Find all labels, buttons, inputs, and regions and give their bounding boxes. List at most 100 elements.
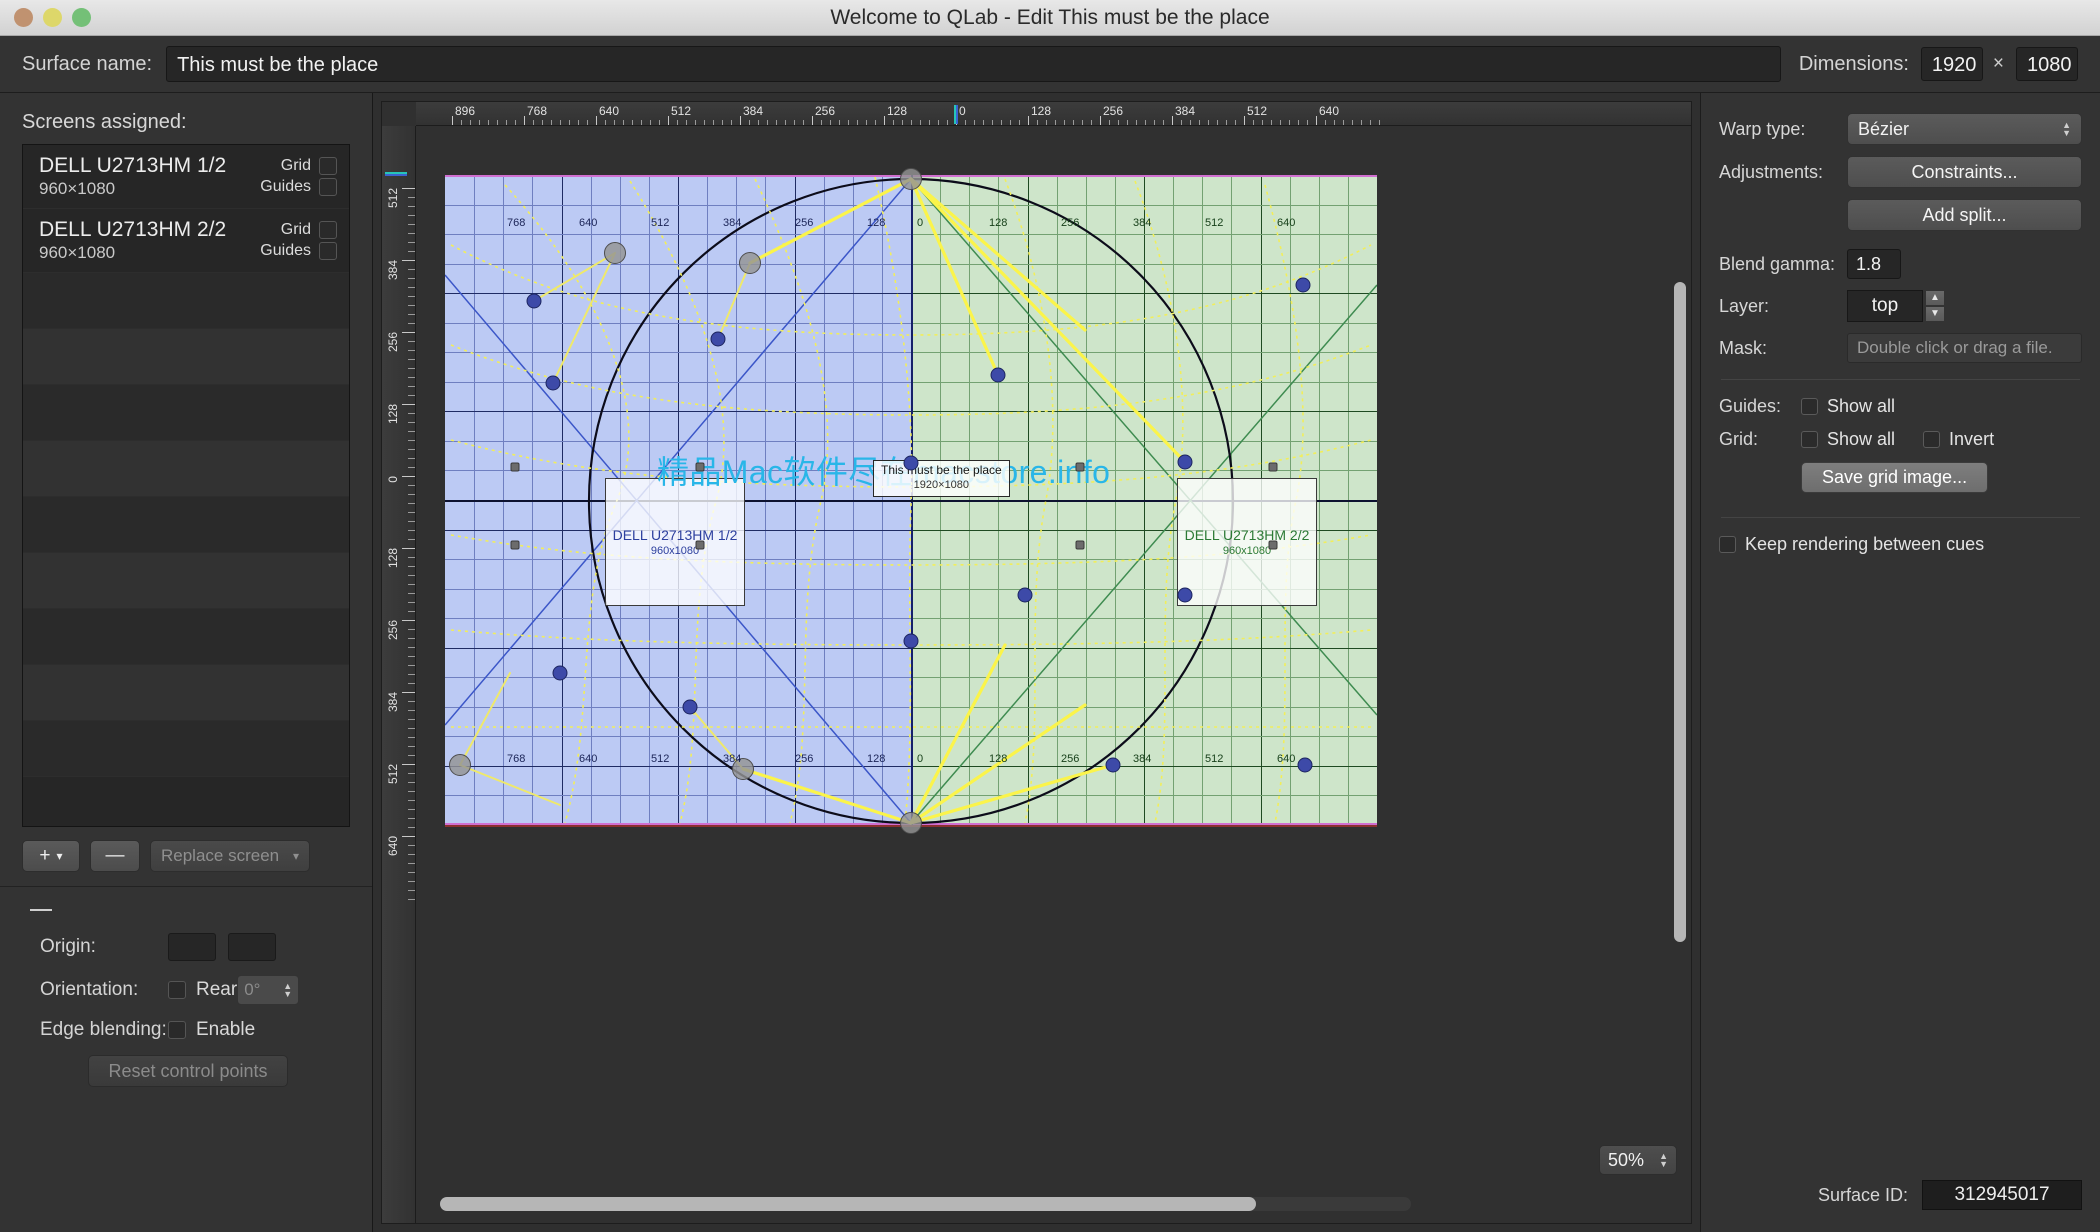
ruler-tick-label: 384 (386, 692, 400, 713)
dimensions-width-input[interactable]: 1920 (1920, 47, 1983, 81)
canvas-horizontal-scrollbar[interactable] (440, 1197, 1411, 1211)
replace-screen-label: Replace screen (161, 846, 280, 865)
scrollbar-thumb[interactable] (1674, 282, 1686, 942)
ruler-minor-tick (911, 120, 912, 125)
surface-name-input[interactable]: This must be the place (166, 46, 1781, 82)
dimensions-height-input[interactable]: 1080 (2016, 47, 2078, 81)
control-point[interactable] (552, 665, 568, 681)
corner-handle-lower-left[interactable] (449, 754, 471, 776)
add-screen-button[interactable]: + ▾ (22, 840, 80, 872)
ruler-minor-tick (533, 120, 534, 125)
surface-preview[interactable]: DELL U2713HM 1/2 960x1080 DELL U2713HM 2… (445, 168, 1377, 834)
control-point[interactable] (903, 633, 919, 649)
warp-type-select[interactable]: Bézier ▲ ▼ (1847, 113, 2082, 145)
mini-handle[interactable] (1268, 540, 1278, 550)
rotation-stepper[interactable]: 0° ▲ ▼ (237, 975, 300, 1005)
control-point[interactable] (903, 455, 919, 471)
rear-checkbox[interactable] (168, 981, 186, 999)
mini-handle[interactable] (1075, 540, 1085, 550)
control-point[interactable] (1295, 277, 1311, 293)
control-point[interactable] (526, 293, 542, 309)
edge-blending-row: Edge blending: Enable (0, 1019, 372, 1041)
guides-checkbox[interactable] (319, 178, 337, 196)
origin-marker-horizontal[interactable] (954, 105, 958, 124)
origin-y-input[interactable] (228, 933, 276, 961)
ruler-minor-tick (947, 120, 948, 125)
corner-handle-top[interactable] (900, 168, 922, 190)
control-point[interactable] (682, 699, 698, 715)
save-grid-image-button[interactable]: Save grid image... (1801, 462, 1989, 493)
ruler-minor-tick (1325, 120, 1326, 125)
mask-dropzone[interactable]: Double click or drag a file. (1847, 333, 2082, 363)
horizontal-ruler[interactable]: 896 768 640 512 384 256 128 0 128 256 384 512 640 (416, 102, 1691, 126)
ruler-tick (402, 836, 415, 837)
control-point[interactable] (1177, 454, 1193, 470)
origin-x-input[interactable] (168, 933, 216, 961)
replace-screen-button[interactable]: Replace screen ▾ (150, 840, 310, 872)
mini-handle[interactable] (510, 540, 520, 550)
corner-handle-bottom[interactable] (900, 812, 922, 834)
mini-handle[interactable] (510, 462, 520, 472)
control-point[interactable] (1297, 757, 1313, 773)
right-screen-card[interactable]: DELL U2713HM 2/2 960x1080 (1177, 478, 1317, 606)
scrollbar-thumb[interactable] (440, 1197, 1256, 1211)
ruler-minor-tick (1154, 120, 1155, 125)
grid-checkbox[interactable] (319, 157, 337, 175)
canvas-coordinate-label: 768 (507, 217, 526, 229)
guides-show-all-checkbox[interactable] (1801, 398, 1818, 415)
grid-show-all-checkbox[interactable] (1801, 431, 1818, 448)
ruler-minor-tick (542, 120, 543, 125)
add-split-button[interactable]: Add split... (1847, 199, 2082, 231)
stepper-up-icon[interactable]: ▲ (1925, 290, 1945, 306)
ruler-minor-tick (408, 296, 415, 297)
screens-list[interactable]: DELL U2713HM 1/2 960×1080 Grid Guides DE… (22, 144, 350, 827)
ruler-minor-tick (587, 120, 588, 125)
mini-handle[interactable] (695, 462, 705, 472)
screen-list-item[interactable]: DELL U2713HM 2/2 960×1080 Grid Guides (23, 209, 349, 273)
grid-row: Grid: Show all Invert (1719, 429, 2082, 450)
screen-properties-panel: Origin: Orientation: Rear 0° ▲ ▼ Edge ble… (0, 887, 372, 1087)
ruler-minor-tick (408, 314, 415, 315)
screen-list-item[interactable]: DELL U2713HM 1/2 960×1080 Grid Guides (23, 145, 349, 209)
control-point[interactable] (545, 375, 561, 391)
screen-name: DELL U2713HM 2/2 (39, 218, 227, 241)
edge-blending-checkbox[interactable] (168, 1021, 186, 1039)
corner-handle-upper-mid[interactable] (739, 252, 761, 274)
stepper-arrows-icon[interactable]: ▲ ▼ (1659, 1152, 1668, 1169)
surface-id-label: Surface ID: (1817, 1184, 1908, 1205)
ruler-minor-tick (1379, 120, 1380, 125)
stepper-down-icon[interactable]: ▼ (1925, 306, 1945, 322)
ruler-minor-tick (1280, 120, 1281, 125)
ruler-tick (452, 116, 453, 125)
layer-input[interactable]: top (1847, 290, 1923, 322)
ruler-minor-tick (1343, 120, 1344, 125)
ruler-tick (402, 332, 415, 333)
corner-handle-upper-left[interactable] (604, 242, 626, 264)
control-point[interactable] (1017, 587, 1033, 603)
keep-rendering-checkbox[interactable] (1719, 536, 1736, 553)
zoom-stepper[interactable]: 50% ▲ ▼ (1599, 1145, 1677, 1175)
grid-invert-checkbox[interactable] (1923, 431, 1941, 448)
mini-handle[interactable] (695, 540, 705, 550)
guides-checkbox[interactable] (319, 242, 337, 260)
control-point[interactable] (990, 367, 1006, 383)
mini-handle[interactable] (1268, 462, 1278, 472)
blend-gamma-input[interactable]: 1.8 (1847, 249, 1901, 279)
origin-marker-vertical[interactable] (385, 172, 407, 176)
control-point[interactable] (710, 331, 726, 347)
remove-screen-button[interactable]: — (90, 840, 140, 872)
grid-show-all-label: Show all (1827, 429, 1896, 449)
layer-stepper[interactable]: ▲ ▼ (1925, 290, 1945, 322)
screen-list-empty-row (23, 665, 349, 721)
control-point[interactable] (1105, 757, 1121, 773)
left-screen-card[interactable]: DELL U2713HM 1/2 960x1080 (605, 478, 745, 606)
grid-checkbox[interactable] (319, 221, 337, 239)
control-point[interactable] (1177, 587, 1193, 603)
canvas-vertical-scrollbar[interactable] (1674, 282, 1686, 942)
mini-handle[interactable] (1075, 462, 1085, 472)
surface-stage[interactable]: DELL U2713HM 1/2 960x1080 DELL U2713HM 2… (417, 127, 1691, 1223)
reset-control-points-button[interactable]: Reset control points (88, 1055, 288, 1087)
vertical-ruler[interactable]: 512 384 256 128 0 128 256 384 512 640 (382, 126, 416, 1223)
ruler-minor-tick (408, 746, 415, 747)
constraints-button[interactable]: Constraints... (1847, 156, 2082, 188)
